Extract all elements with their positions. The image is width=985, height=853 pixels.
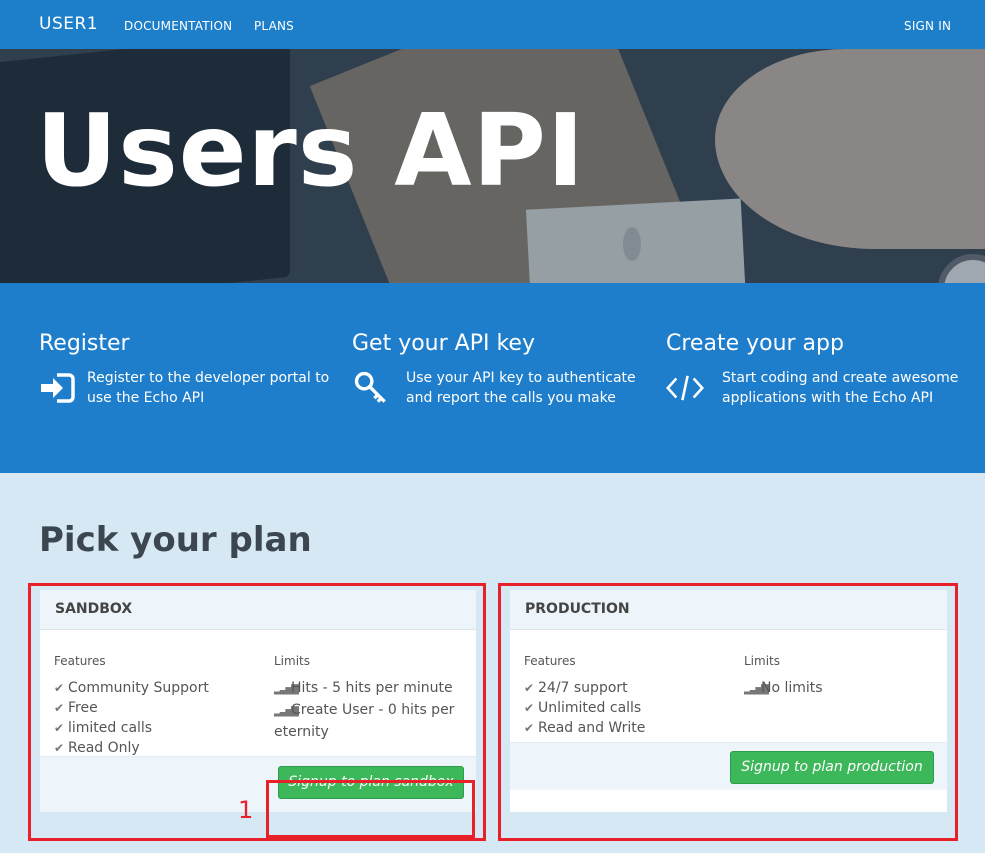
steps-band: Register Register to the developer porta… bbox=[0, 283, 985, 473]
highlight-box-production bbox=[498, 583, 958, 841]
step-text: Start coding and create awesome applicat… bbox=[722, 370, 959, 406]
plans-heading: Pick your plan bbox=[39, 520, 312, 560]
nav-plans-link[interactable]: PLANS bbox=[254, 19, 294, 33]
nav-documentation-link[interactable]: DOCUMENTATION bbox=[124, 19, 232, 33]
highlight-box-signup-button bbox=[266, 780, 475, 838]
step-register: Register Register to the developer porta… bbox=[39, 331, 329, 406]
step-title: Register bbox=[39, 331, 130, 356]
key-icon bbox=[354, 371, 386, 403]
step-api-key: Get your API key Use your API key to aut… bbox=[352, 331, 636, 406]
code-icon bbox=[666, 375, 704, 401]
hero-title: Users API bbox=[36, 92, 586, 209]
nav-sign-in-link[interactable]: SIGN IN bbox=[904, 19, 951, 33]
top-navbar: USER1 DOCUMENTATION PLANS SIGN IN bbox=[0, 0, 985, 49]
hero-banner: Users API bbox=[0, 49, 985, 283]
step-text: Register to the developer portal to use … bbox=[87, 370, 330, 406]
step-text: Use your API key to authenticate and rep… bbox=[406, 370, 636, 406]
sign-in-icon bbox=[41, 373, 75, 403]
brand-logo[interactable]: USER1 bbox=[39, 14, 98, 34]
annotation-marker: 1 bbox=[238, 796, 254, 824]
step-title: Get your API key bbox=[352, 331, 535, 356]
step-title: Create your app bbox=[666, 331, 844, 356]
step-create-app: Create your app Start coding and create … bbox=[666, 331, 958, 406]
